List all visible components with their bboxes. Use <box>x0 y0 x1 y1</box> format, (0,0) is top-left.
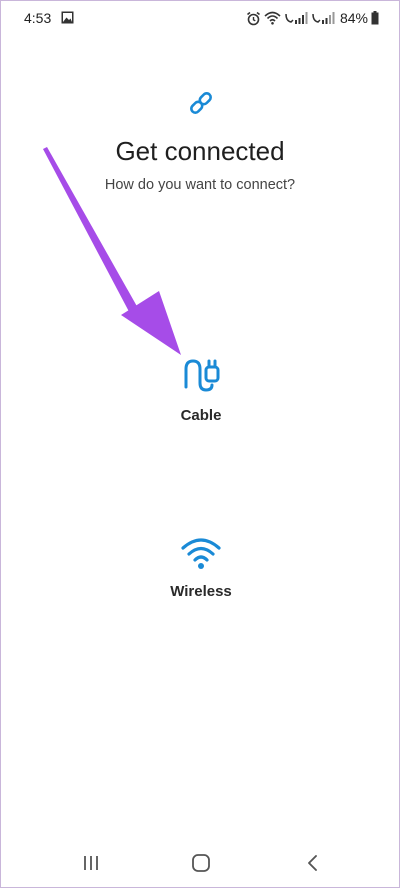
status-time: 4:53 <box>24 10 52 26</box>
wireless-label: Wireless <box>170 583 232 600</box>
back-icon[interactable] <box>301 851 325 875</box>
status-bar: 4:53 84% <box>1 1 399 35</box>
navigation-bar <box>1 837 399 887</box>
volte-signal-icon <box>285 12 308 24</box>
recents-icon[interactable] <box>79 851 103 875</box>
wifi-status-icon <box>264 11 281 25</box>
volte-signal-2-icon <box>312 12 335 24</box>
home-icon[interactable] <box>189 851 213 875</box>
screen: 4:53 84% Get connected How do you want t… <box>0 0 400 888</box>
cable-label: Cable <box>180 407 222 424</box>
gallery-notification-icon <box>61 11 74 24</box>
battery-icon <box>371 11 379 25</box>
link-icon <box>190 92 212 114</box>
battery-percent: 84% <box>339 10 368 26</box>
alarm-icon <box>246 11 260 25</box>
status-icons: 84% <box>246 9 379 27</box>
annotation-arrow <box>43 147 181 355</box>
wireless-option[interactable]: Wireless <box>131 533 271 617</box>
wifi-icon <box>181 538 221 569</box>
